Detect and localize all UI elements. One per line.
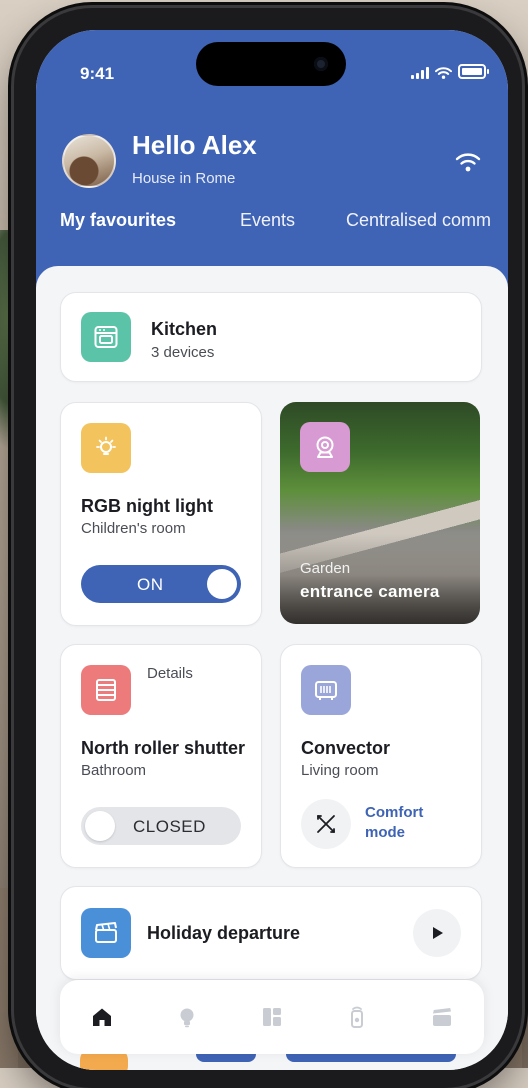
device-card-north-roller-shutter[interactable]: Details North roller shutter Bathroom CL… xyxy=(60,644,262,868)
dynamic-island xyxy=(196,42,346,86)
convector-title: Convector xyxy=(301,738,391,758)
bottom-nav xyxy=(60,980,484,1054)
device-card-convector[interactable]: Convector Living room Comfort mode xyxy=(280,644,482,868)
home-icon xyxy=(93,1008,112,1026)
wifi-status-icon xyxy=(435,67,452,79)
convector-tile xyxy=(301,665,351,715)
app-header: 9:41 Hello Alex House in Rome My favouri… xyxy=(36,30,508,290)
comfort-mode-button[interactable] xyxy=(301,799,351,849)
wifi-icon[interactable] xyxy=(454,148,482,176)
camera-icon xyxy=(316,436,334,458)
play-icon xyxy=(433,927,443,939)
clapper-icon xyxy=(432,1008,451,1026)
camera-shade xyxy=(280,534,480,624)
heater-icon xyxy=(315,681,337,700)
toggle-knob xyxy=(207,569,237,599)
comfort-mode-label[interactable]: Comfort mode xyxy=(365,803,455,843)
camera-location: Garden xyxy=(300,560,351,577)
scenario-card-holiday-departure[interactable]: Holiday departure xyxy=(60,886,482,980)
nav-scenarios[interactable] xyxy=(422,997,462,1037)
avatar[interactable] xyxy=(62,134,116,188)
oven-icon xyxy=(94,326,118,348)
bulb-icon xyxy=(180,1008,194,1028)
greeting: Hello Alex xyxy=(132,130,257,160)
rgb-light-room: Children's room xyxy=(81,520,186,537)
tab-my-favourites[interactable]: My favourites xyxy=(60,210,176,231)
lightbulb-icon xyxy=(96,436,116,455)
front-camera-icon xyxy=(314,57,328,71)
tab-bar: My favourites Events Centralised comm xyxy=(36,210,508,250)
camera-tile xyxy=(300,422,350,472)
rgb-light-title: RGB night light xyxy=(81,496,213,516)
comfort-mode-line2: mode xyxy=(365,824,406,841)
roller-shutter-icon xyxy=(96,679,116,701)
tab-events[interactable]: Events xyxy=(240,210,295,231)
device-card-rgb-night-light[interactable]: RGB night light Children's room ON xyxy=(60,402,262,626)
remote-icon xyxy=(350,1006,363,1028)
camera-card-garden-entrance[interactable]: Garden entrance camera xyxy=(280,402,480,624)
house-selector[interactable]: House in Rome xyxy=(132,170,235,187)
holiday-tile xyxy=(81,908,131,958)
nav-home[interactable] xyxy=(82,997,122,1037)
kitchen-tile xyxy=(81,312,131,362)
dashboard-icon xyxy=(262,1008,281,1026)
status-icons xyxy=(411,64,489,79)
rgb-light-toggle-label: ON xyxy=(137,575,164,594)
details-link[interactable]: Details xyxy=(147,665,193,682)
shutter-toggle-label: CLOSED xyxy=(133,817,206,836)
comfort-mode-icon xyxy=(317,815,335,833)
nav-remote[interactable] xyxy=(337,997,377,1037)
convector-room: Living room xyxy=(301,762,379,779)
rgb-light-toggle[interactable]: ON xyxy=(81,565,241,603)
camera-title: entrance camera xyxy=(300,582,440,601)
signal-icon xyxy=(411,67,429,79)
clapperboard-icon xyxy=(95,922,117,943)
tab-centralised-commands[interactable]: Centralised comm xyxy=(346,210,491,231)
toggle-knob xyxy=(85,811,115,841)
phone-frame: 9:41 Hello Alex House in Rome My favouri… xyxy=(14,8,522,1088)
rgb-light-tile xyxy=(81,423,131,473)
holiday-title: Holiday departure xyxy=(147,923,301,943)
nav-dashboard[interactable] xyxy=(252,997,292,1037)
status-time: 9:41 xyxy=(80,64,115,83)
comfort-mode-line1: Comfort xyxy=(365,804,424,821)
shutter-toggle[interactable]: CLOSED xyxy=(81,807,241,845)
kitchen-subtitle: 3 devices xyxy=(151,344,215,361)
kitchen-title: Kitchen xyxy=(151,319,218,339)
shutter-room: Bathroom xyxy=(81,762,147,779)
battery-icon xyxy=(458,64,489,79)
shutter-tile xyxy=(81,665,131,715)
nav-lights[interactable] xyxy=(167,997,207,1037)
shutter-title: North roller shutter xyxy=(81,738,246,758)
room-card-kitchen[interactable]: Kitchen 3 devices xyxy=(60,292,482,382)
app-screen: 9:41 Hello Alex House in Rome My favouri… xyxy=(36,30,508,1070)
play-scenario-button[interactable] xyxy=(413,909,461,957)
